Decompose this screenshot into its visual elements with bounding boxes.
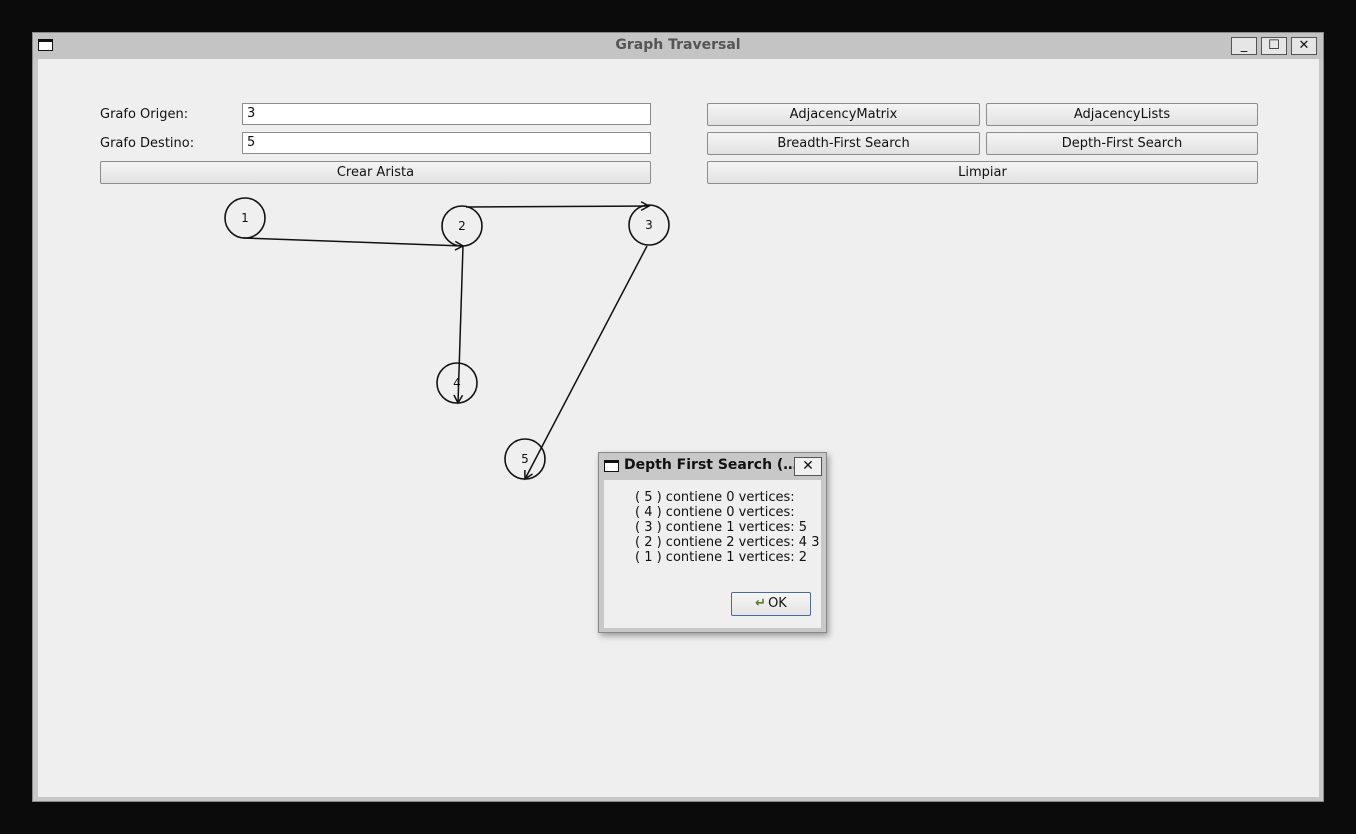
edge-3-5 <box>524 245 648 480</box>
dialog-close-button[interactable]: ✕ <box>794 457 822 476</box>
edge-2-3 <box>465 205 650 208</box>
graph-node-label: 1 <box>241 211 249 225</box>
dfs-result-line: ( 3 ) contiene 1 vertices: 5 <box>635 520 808 535</box>
dfs-result-line: ( 2 ) contiene 2 vertices: 4 3 <box>635 535 820 550</box>
title-bar[interactable]: Graph Traversal _ ☐ ✕ <box>33 33 1323 59</box>
dfs-dialog: Depth First Search (… ✕ ( 5 ) contiene 0… <box>598 452 827 633</box>
maximize-button[interactable]: ☐ <box>1261 37 1287 55</box>
ok-label: OK <box>768 596 787 611</box>
edge-1-2 <box>242 237 464 247</box>
graph-node-label: 5 <box>521 452 529 466</box>
dfs-result-line: ( 4 ) contiene 0 vertices: <box>635 505 795 520</box>
minimize-button[interactable]: _ <box>1231 37 1257 55</box>
graph-node-label: 3 <box>645 218 653 232</box>
client-area: Grafo Origen: 3 Grafo Destino: 5 Crear A… <box>38 59 1319 797</box>
graph-canvas[interactable]: 1 2 3 4 5 <box>38 59 1319 797</box>
window-title: Graph Traversal <box>615 37 741 53</box>
graph-node-label: 4 <box>453 376 461 390</box>
close-button[interactable]: ✕ <box>1291 37 1317 55</box>
dfs-result-line: ( 1 ) contiene 1 vertices: 2 <box>635 550 808 565</box>
dialog-window-icon <box>604 460 619 472</box>
dialog-title: Depth First Search (… <box>624 457 794 473</box>
dfs-result-line: ( 5 ) contiene 0 vertices: <box>635 490 795 505</box>
dialog-title-bar[interactable]: Depth First Search (… ✕ <box>599 453 826 479</box>
main-window: Graph Traversal _ ☐ ✕ Grafo Origen: 3 Gr… <box>32 32 1324 802</box>
graph-node-label: 2 <box>458 219 466 233</box>
checkmark-icon: ↵ <box>755 596 767 611</box>
ok-button[interactable]: ↵ OK <box>731 592 811 616</box>
dialog-body: ( 5 ) contiene 0 vertices: ( 4 ) contien… <box>604 480 821 628</box>
